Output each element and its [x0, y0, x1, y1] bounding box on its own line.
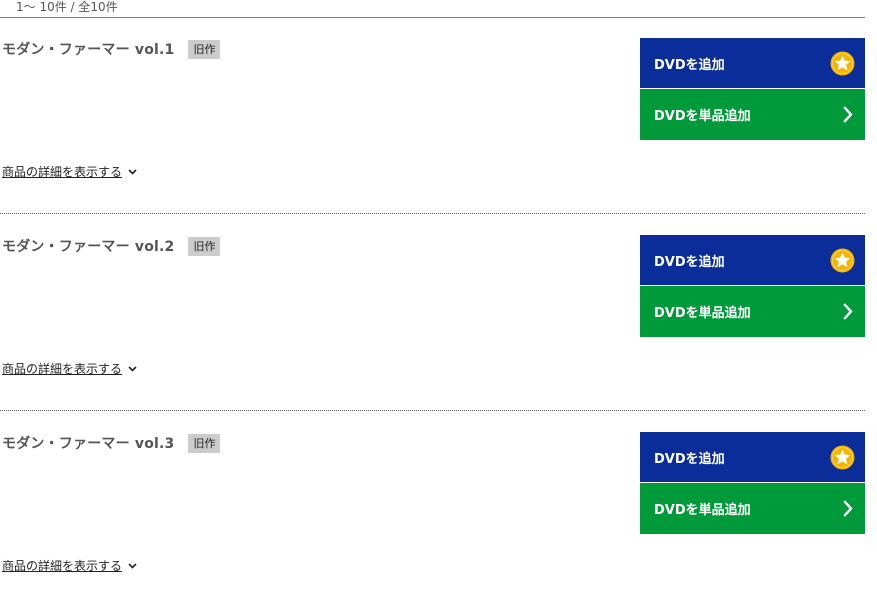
add-dvd-button-label: DVDを追加 — [654, 57, 725, 73]
list-item: モダン・ファーマー vol.1 旧作 DVDを追加 DVDを単品追加 商品の詳細… — [0, 17, 865, 214]
chevron-right-icon — [843, 106, 853, 123]
star-icon — [830, 445, 855, 470]
add-dvd-button-label: DVDを追加 — [654, 254, 725, 270]
show-details-label: 商品の詳細を表示する — [2, 165, 123, 179]
add-dvd-button[interactable]: DVDを追加 — [640, 38, 865, 88]
item-title-row: モダン・ファーマー vol.3 旧作 — [2, 433, 221, 453]
star-icon — [830, 248, 855, 273]
show-details-label: 商品の詳細を表示する — [2, 559, 123, 573]
show-details-link[interactable]: 商品の詳細を表示する — [2, 557, 137, 574]
item-title[interactable]: モダン・ファーマー vol.3 — [2, 433, 174, 453]
old-release-badge: 旧作 — [188, 236, 221, 256]
add-single-dvd-button[interactable]: DVDを単品追加 — [640, 286, 865, 337]
chevron-down-icon — [128, 562, 137, 569]
show-details-label: 商品の詳細を表示する — [2, 362, 123, 376]
chevron-right-icon — [843, 500, 853, 517]
add-single-dvd-button-label: DVDを単品追加 — [654, 109, 751, 124]
add-single-dvd-button-label: DVDを単品追加 — [654, 306, 751, 321]
list-item: モダン・ファーマー vol.3 旧作 DVDを追加 DVDを単品追加 商品の詳細… — [0, 411, 865, 608]
item-title[interactable]: モダン・ファーマー vol.2 — [2, 236, 174, 256]
add-single-dvd-button-label: DVDを単品追加 — [654, 503, 751, 518]
add-dvd-button[interactable]: DVDを追加 — [640, 432, 865, 482]
old-release-badge: 旧作 — [188, 433, 221, 453]
item-title[interactable]: モダン・ファーマー vol.1 — [2, 39, 174, 59]
chevron-right-icon — [843, 303, 853, 320]
add-single-dvd-button[interactable]: DVDを単品追加 — [640, 89, 865, 140]
item-title-row: モダン・ファーマー vol.2 旧作 — [2, 236, 221, 256]
list-item: モダン・ファーマー vol.2 旧作 DVDを追加 DVDを単品追加 商品の詳細… — [0, 214, 865, 411]
star-icon — [830, 51, 855, 76]
add-dvd-button-label: DVDを追加 — [654, 451, 725, 467]
add-single-dvd-button[interactable]: DVDを単品追加 — [640, 483, 865, 534]
item-title-row: モダン・ファーマー vol.1 旧作 — [2, 39, 221, 59]
show-details-link[interactable]: 商品の詳細を表示する — [2, 163, 137, 180]
add-dvd-button[interactable]: DVDを追加 — [640, 235, 865, 285]
show-details-link[interactable]: 商品の詳細を表示する — [2, 360, 137, 377]
old-release-badge: 旧作 — [188, 39, 221, 59]
chevron-down-icon — [128, 365, 137, 372]
chevron-down-icon — [128, 168, 137, 175]
result-count: 1～ 10件 / 全10件 — [16, 0, 118, 14]
